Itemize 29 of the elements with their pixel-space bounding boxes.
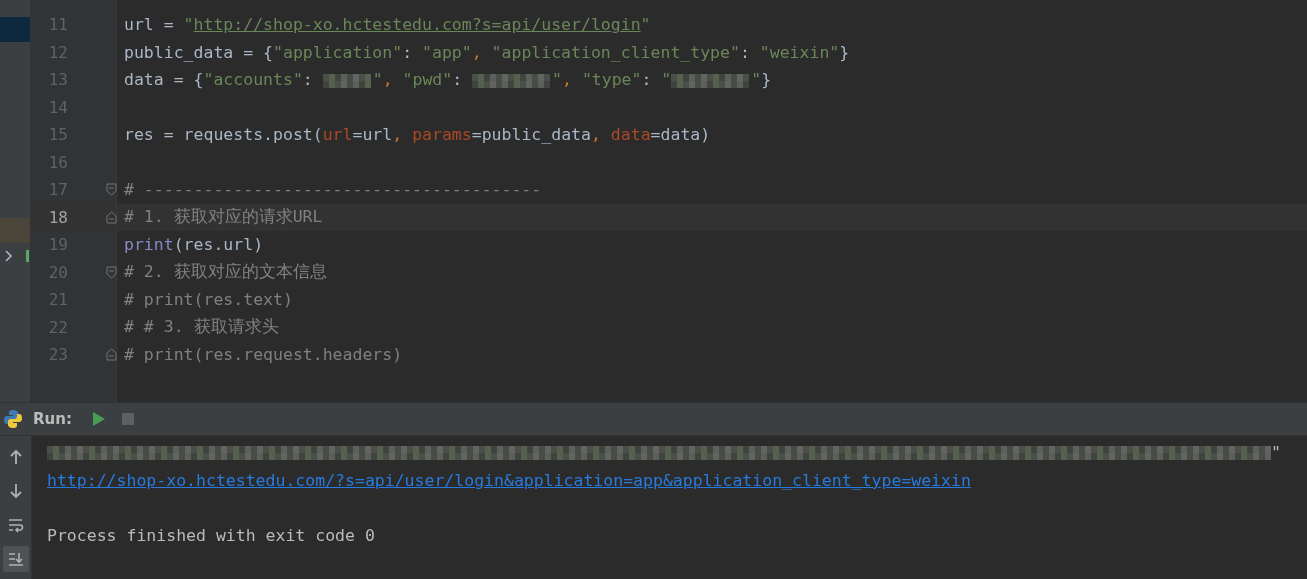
code-comment: # print(res.text)	[124, 290, 293, 310]
output-text: Process finished with exit code 0	[47, 525, 375, 545]
fold-marker-icon[interactable]	[106, 348, 117, 361]
code-comment: # print(res.request.headers)	[124, 345, 403, 365]
fold-marker-icon[interactable]	[106, 210, 117, 224]
code-comment: # 2. 获取对应的文本信息	[124, 261, 327, 284]
code-line: data = {"accounts": ", "pwd": ", "type": " "}	[124, 70, 772, 90]
toolbar-button[interactable]	[2, 546, 29, 572]
status-stripe	[26, 250, 29, 262]
panel-title: Run:	[33, 410, 72, 428]
chevron-icon[interactable]	[4, 250, 14, 262]
output-text: "	[1271, 443, 1281, 463]
redaction-mark	[322, 72, 373, 89]
stop-icon[interactable]	[119, 411, 136, 427]
line-number: 18	[48, 207, 68, 227]
fold-marker-icon[interactable]	[106, 183, 117, 196]
code-line: res = requests.post(url=url, params=public_data, data=data)	[124, 125, 711, 145]
code-line: url = "http://shop-xo.hctestedu.com?s=api/user/login"	[124, 15, 651, 35]
down-arrow-icon	[7, 483, 24, 499]
fold-marker-icon[interactable]	[106, 265, 117, 279]
code-comment: # ----------------------------------------	[124, 180, 542, 200]
code-comment: # # 3. 获取请求头	[124, 316, 279, 339]
code-comment: # 1. 获取对应的请求URL	[124, 206, 323, 229]
python-icon	[3, 409, 23, 429]
scroll-to-end-icon	[7, 551, 24, 567]
code-line: print(res.url)	[124, 235, 264, 255]
output-link[interactable]: http://shop-xo.hctestedu.com/?s=api/user/login&application=app&application_client_type=weixin	[47, 470, 971, 490]
code-line: public_data = {"application": "app", "application_client_type": "weixin"}	[124, 42, 850, 62]
soft-wrap-icon	[7, 517, 24, 533]
